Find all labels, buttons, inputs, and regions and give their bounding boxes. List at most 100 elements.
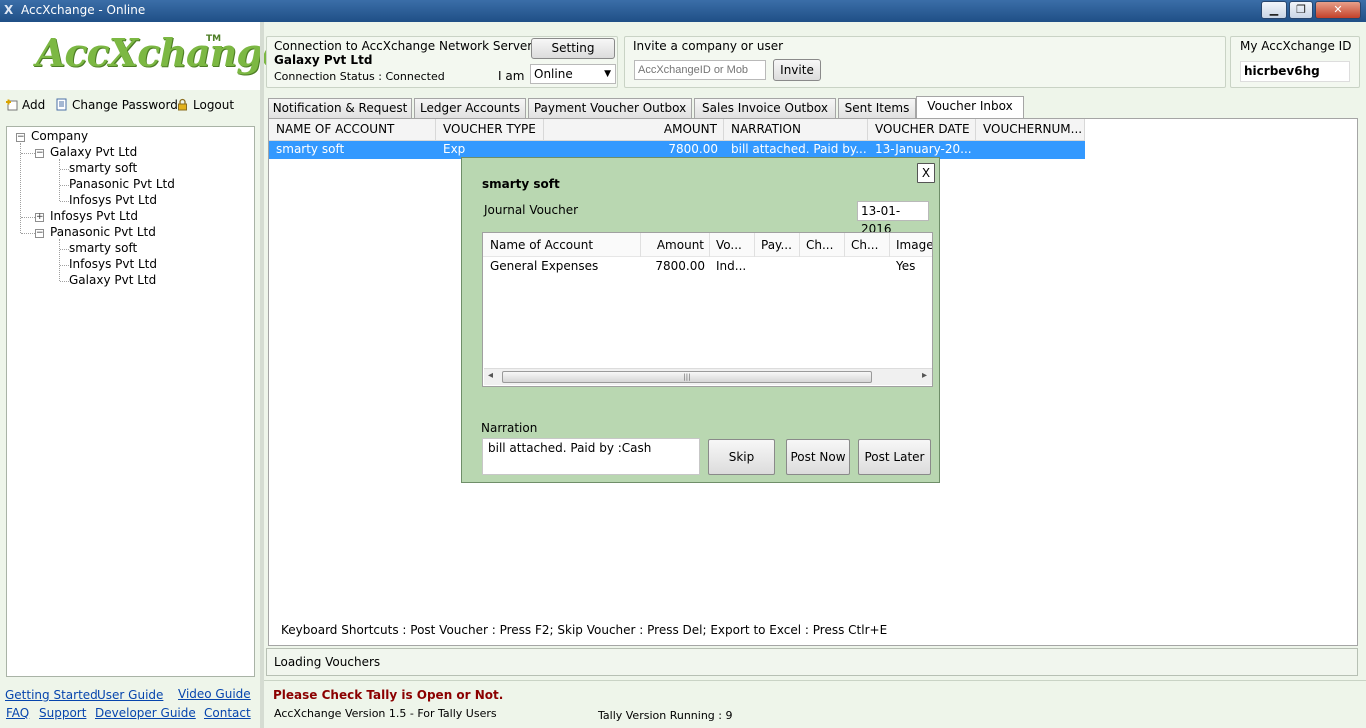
scroll-left-icon[interactable]: ◂ (488, 370, 493, 381)
tree-leaf[interactable]: Infosys Pvt Ltd (69, 257, 157, 271)
column-header[interactable]: Ch... (800, 233, 845, 257)
collapse-icon[interactable]: − (35, 229, 44, 238)
tree-leaf[interactable]: Panasonic Pvt Ltd (69, 177, 175, 191)
video-guide-link[interactable]: Video Guide (178, 687, 251, 701)
narration-field[interactable]: bill attached. Paid by :Cash (482, 438, 700, 475)
tree-line (60, 249, 69, 250)
cell-vo: Ind... (716, 259, 747, 273)
my-id-field[interactable]: hicrbev6hg (1240, 61, 1350, 82)
add-label: Add (22, 98, 46, 112)
column-header[interactable]: VOUCHERNUM... (976, 119, 1085, 141)
cell-account: smarty soft (276, 142, 345, 156)
logout-label: Logout (193, 98, 235, 112)
tree-node[interactable]: Infosys Pvt Ltd (50, 209, 138, 223)
cell-image: Yes (896, 259, 916, 273)
column-header[interactable]: VOUCHER TYPE (436, 119, 544, 141)
tree-node[interactable]: Panasonic Pvt Ltd (50, 225, 156, 239)
collapse-icon[interactable]: − (16, 133, 25, 142)
tally-version-text: Tally Version Running : 9 (598, 709, 733, 722)
tree-line (60, 281, 69, 282)
cell-amount: 7800.00 (655, 259, 705, 273)
app-icon: X (4, 3, 14, 17)
dialog-table-header: Name of Account Amount Vo... Pay... Ch..… (483, 233, 932, 257)
post-now-button[interactable]: Post Now (786, 439, 850, 475)
tree-line (21, 233, 35, 234)
user-guide-link[interactable]: User Guide (97, 688, 163, 702)
tree-line (59, 159, 60, 201)
tree-leaf[interactable]: smarty soft (69, 241, 137, 255)
tree-leaf[interactable]: smarty soft (69, 161, 137, 175)
status-select[interactable]: Online ▼ (530, 64, 616, 84)
tab-sales-invoice-outbox[interactable]: Sales Invoice Outbox (694, 98, 836, 118)
cell-voucher-number (983, 141, 1083, 159)
column-header[interactable]: Ch... (845, 233, 890, 257)
maximize-button[interactable]: ❐ (1289, 1, 1313, 19)
tab-voucher-inbox[interactable]: Voucher Inbox (916, 96, 1024, 118)
invite-input[interactable] (634, 60, 766, 80)
horizontal-scrollbar[interactable]: ◂ ||| ▸ (484, 368, 932, 385)
post-later-button[interactable]: Post Later (858, 439, 931, 475)
column-header[interactable]: NARRATION (724, 119, 868, 141)
column-header[interactable]: VOUCHER DATE (868, 119, 976, 141)
narration-label: Narration (481, 421, 538, 435)
dialog-party: smarty soft (482, 177, 560, 191)
collapse-icon[interactable]: − (35, 149, 44, 158)
column-header[interactable]: Vo... (710, 233, 755, 257)
dialog-table: Name of Account Amount Vo... Pay... Ch..… (482, 232, 933, 387)
logo-area: AccXchange TM (0, 22, 286, 90)
column-header[interactable]: AMOUNT (544, 119, 724, 141)
company-tree[interactable]: − Company − Galaxy Pvt Ltd smarty soft P… (6, 126, 255, 677)
change-password-button[interactable]: Change Password (55, 98, 178, 112)
developer-guide-link[interactable]: Developer Guide (95, 706, 196, 720)
column-header[interactable]: NAME OF ACCOUNT (269, 119, 436, 141)
add-button[interactable]: Add (5, 98, 45, 112)
invite-group: Invite a company or user Invite (624, 36, 1226, 88)
tree-line (21, 153, 35, 154)
minimize-button[interactable]: ▁ (1261, 1, 1287, 19)
panel-splitter[interactable] (260, 22, 264, 728)
column-header[interactable]: Amount (641, 233, 710, 257)
tree-leaf[interactable]: Galaxy Pvt Ltd (69, 273, 156, 287)
voucher-dialog: X smarty soft Journal Voucher 13-01-2016… (461, 157, 940, 483)
dialog-date-field[interactable]: 13-01-2016 (857, 201, 929, 236)
my-id-heading: My AccXchange ID (1240, 39, 1352, 53)
tab-sent-items[interactable]: Sent Items (838, 98, 916, 118)
expand-icon[interactable]: + (35, 213, 44, 222)
tree-line (59, 239, 60, 281)
tab-notification-request[interactable]: Notification & Request (268, 98, 412, 118)
my-id-group: My AccXchange ID hicrbev6hg (1230, 36, 1360, 88)
connection-group: Connection to AccXchange Network Server … (266, 36, 618, 88)
tab-strip: Notification & Request Ledger Accounts P… (268, 96, 1358, 118)
tree-line (21, 217, 35, 218)
getting-started-link[interactable]: Getting Started (5, 688, 98, 702)
contact-link[interactable]: Contact (204, 706, 251, 720)
tab-ledger-accounts[interactable]: Ledger Accounts (414, 98, 526, 118)
tree-node[interactable]: Galaxy Pvt Ltd (50, 145, 137, 159)
setting-button[interactable]: Setting (531, 38, 615, 59)
dialog-close-button[interactable]: X (917, 163, 935, 183)
connected-company: Galaxy Pvt Ltd (274, 53, 373, 67)
close-button[interactable]: ✕ (1315, 1, 1361, 19)
column-header[interactable]: Pay... (755, 233, 800, 257)
scroll-right-icon[interactable]: ▸ (922, 370, 927, 381)
scroll-thumb[interactable]: ||| (502, 371, 872, 383)
left-toolbar: Add Change Password Logout (0, 94, 260, 118)
faq-link[interactable]: FAQ (6, 706, 29, 720)
tree-root[interactable]: Company (31, 129, 88, 143)
skip-button[interactable]: Skip (708, 439, 775, 475)
support-link[interactable]: Support (39, 706, 86, 720)
logo: AccXchange (36, 30, 286, 75)
column-header[interactable]: Image (890, 233, 932, 257)
header: Connection to AccXchange Network Server … (264, 32, 1366, 90)
column-header[interactable]: Name of Account (483, 233, 641, 257)
connection-heading: Connection to AccXchange Network Server (274, 39, 533, 53)
tree-leaf[interactable]: Infosys Pvt Ltd (69, 193, 157, 207)
invite-button[interactable]: Invite (773, 59, 821, 81)
add-icon (6, 99, 18, 111)
tab-payment-voucher-outbox[interactable]: Payment Voucher Outbox (528, 98, 692, 118)
tree-line (60, 201, 69, 202)
logout-button[interactable]: Logout (176, 98, 234, 112)
footer: Please Check Tally is Open or Not. AccXc… (264, 680, 1366, 728)
tree-line (20, 143, 21, 233)
document-icon (56, 98, 67, 111)
